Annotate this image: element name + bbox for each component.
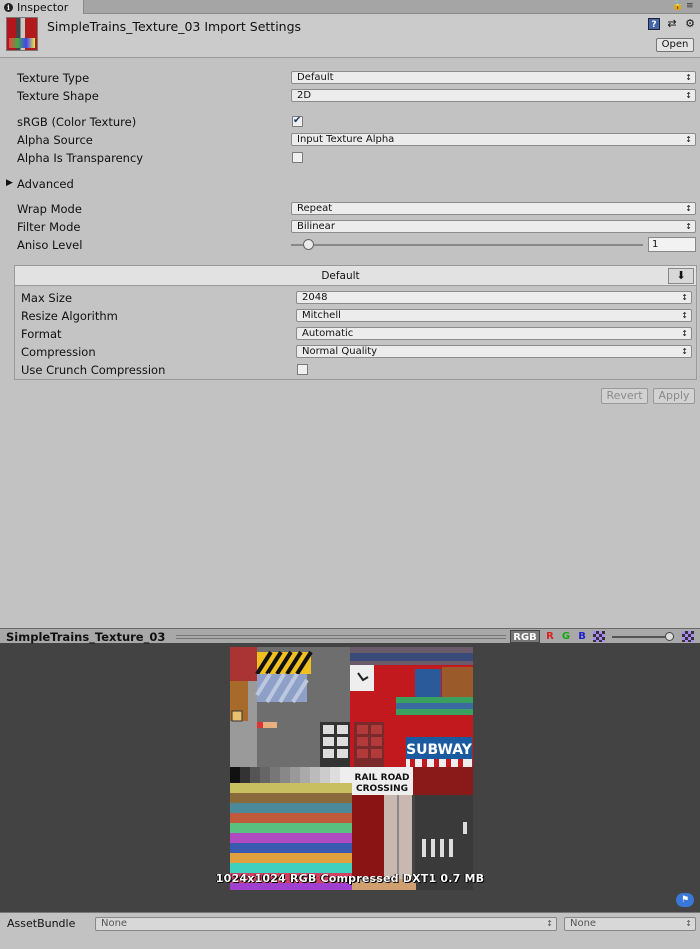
- menu-icon[interactable]: ≡: [686, 1, 694, 11]
- max-size-label: Max Size: [21, 291, 73, 305]
- preview-drag-bar[interactable]: [176, 635, 506, 639]
- revert-button[interactable]: Revert: [601, 388, 648, 404]
- open-button[interactable]: Open: [656, 38, 694, 52]
- mip-level-icon[interactable]: [682, 631, 694, 642]
- max-size-dropdown[interactable]: 2048: [296, 291, 692, 304]
- asset-bundle-bar: AssetBundle None None: [0, 912, 700, 949]
- foldout-arrow-icon[interactable]: ▶: [6, 178, 13, 188]
- tab-bar: i Inspector 🔒 ≡: [0, 0, 700, 14]
- apply-button[interactable]: Apply: [653, 388, 695, 404]
- mip-slider-thumb[interactable]: [665, 632, 674, 641]
- alpha-transparency-checkbox[interactable]: [292, 152, 303, 163]
- asset-title: SimpleTrains_Texture_03 Import Settings: [47, 19, 302, 34]
- channel-rgb-button[interactable]: RGB: [510, 630, 540, 643]
- mip-slider-track[interactable]: [612, 636, 672, 638]
- aniso-level-field[interactable]: 1: [648, 237, 696, 252]
- aniso-level-label: Aniso Level: [17, 238, 83, 252]
- filter-mode-dropdown[interactable]: Bilinear: [291, 220, 696, 233]
- channel-r-button[interactable]: R: [543, 630, 557, 643]
- wrap-mode-label: Wrap Mode: [17, 202, 82, 216]
- asset-bundle-variant-dropdown[interactable]: None: [564, 917, 696, 931]
- compression-dropdown[interactable]: Normal Quality: [296, 345, 692, 358]
- alpha-source-dropdown[interactable]: Input Texture Alpha: [291, 133, 696, 146]
- preview-header: SimpleTrains_Texture_03 RGB R G B: [0, 628, 700, 644]
- platform-tab-header: Default ⬇: [15, 266, 696, 286]
- asset-bundle-label: AssetBundle: [7, 917, 76, 930]
- tab-inspector[interactable]: i Inspector: [0, 0, 84, 14]
- resize-algorithm-dropdown[interactable]: Mitchell: [296, 309, 692, 322]
- help-icon[interactable]: ?: [648, 18, 660, 30]
- info-icon: i: [4, 2, 13, 12]
- texture-railroad-text-1: RAIL ROAD: [355, 773, 410, 783]
- texture-type-label: Texture Type: [17, 71, 90, 85]
- wrap-mode-dropdown[interactable]: Repeat: [291, 202, 696, 215]
- lock-icon[interactable]: 🔒: [672, 1, 683, 11]
- texture-preview-image: SUBWAY RAIL ROAD CROSSING: [230, 647, 473, 890]
- inspector-header: SimpleTrains_Texture_03 Import Settings …: [0, 14, 700, 58]
- alpha-source-label: Alpha Source: [17, 133, 93, 147]
- texture-info-text: 1024x1024 RGB Compressed DXT1 0.7 MB: [215, 872, 485, 885]
- format-dropdown[interactable]: Automatic: [296, 327, 692, 340]
- advanced-foldout[interactable]: Advanced: [17, 177, 74, 191]
- filter-mode-label: Filter Mode: [17, 220, 81, 234]
- format-label: Format: [21, 327, 62, 341]
- platform-tab-default[interactable]: Default: [15, 270, 666, 282]
- crunch-label: Use Crunch Compression: [21, 363, 166, 377]
- aniso-slider-track[interactable]: [291, 244, 643, 246]
- compression-label: Compression: [21, 345, 96, 359]
- channel-b-button[interactable]: B: [575, 630, 589, 643]
- tab-label: Inspector: [17, 0, 69, 14]
- preview-title: SimpleTrains_Texture_03: [6, 630, 166, 644]
- asset-thumbnail: [6, 17, 38, 51]
- gear-icon[interactable]: ⚙: [684, 18, 696, 30]
- asset-bundle-name-dropdown[interactable]: None: [95, 917, 557, 931]
- label-tag-icon[interactable]: ⚑: [676, 893, 694, 907]
- texture-shape-dropdown[interactable]: 2D: [291, 89, 696, 102]
- texture-railroad-text-2: CROSSING: [356, 784, 408, 794]
- aniso-slider-thumb[interactable]: [303, 239, 315, 250]
- texture-type-dropdown[interactable]: Default: [291, 71, 696, 84]
- crunch-checkbox[interactable]: [297, 364, 308, 375]
- srgb-label: sRGB (Color Texture): [17, 115, 137, 129]
- resize-algorithm-label: Resize Algorithm: [21, 309, 118, 323]
- channel-g-button[interactable]: G: [559, 630, 573, 643]
- texture-subway-text: SUBWAY: [406, 742, 473, 758]
- preset-icon[interactable]: ⇄: [666, 18, 678, 30]
- texture-shape-label: Texture Shape: [17, 89, 99, 103]
- download-icon[interactable]: ⬇: [668, 268, 694, 284]
- srgb-checkbox[interactable]: [292, 115, 303, 127]
- alpha-transparency-label: Alpha Is Transparency: [17, 151, 144, 165]
- alpha-channel-icon[interactable]: [593, 631, 605, 642]
- platform-settings: Default ⬇ Max Size 2048 Resize Algorithm…: [14, 265, 697, 380]
